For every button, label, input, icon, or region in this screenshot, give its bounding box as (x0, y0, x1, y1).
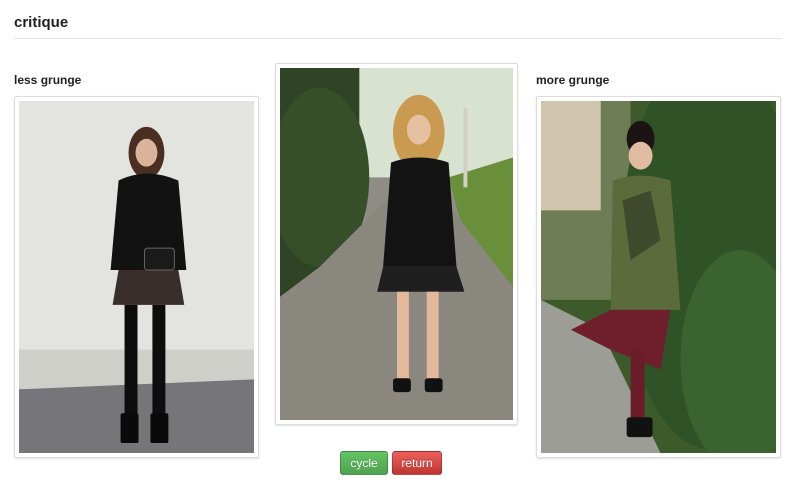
photo-less-grunge-image (19, 101, 254, 453)
label-more-grunge: more grunge (536, 73, 610, 87)
return-button[interactable]: return (392, 451, 442, 475)
label-less-grunge: less grunge (14, 73, 82, 87)
photo-middle-image (280, 68, 513, 420)
photo-less-grunge[interactable] (14, 96, 259, 458)
photo-more-grunge-image (541, 101, 776, 453)
page-title: critique (14, 14, 69, 31)
photo-middle[interactable] (275, 63, 518, 425)
cycle-button[interactable]: cycle (340, 451, 388, 475)
title-divider (14, 38, 782, 39)
photo-more-grunge[interactable] (536, 96, 781, 458)
